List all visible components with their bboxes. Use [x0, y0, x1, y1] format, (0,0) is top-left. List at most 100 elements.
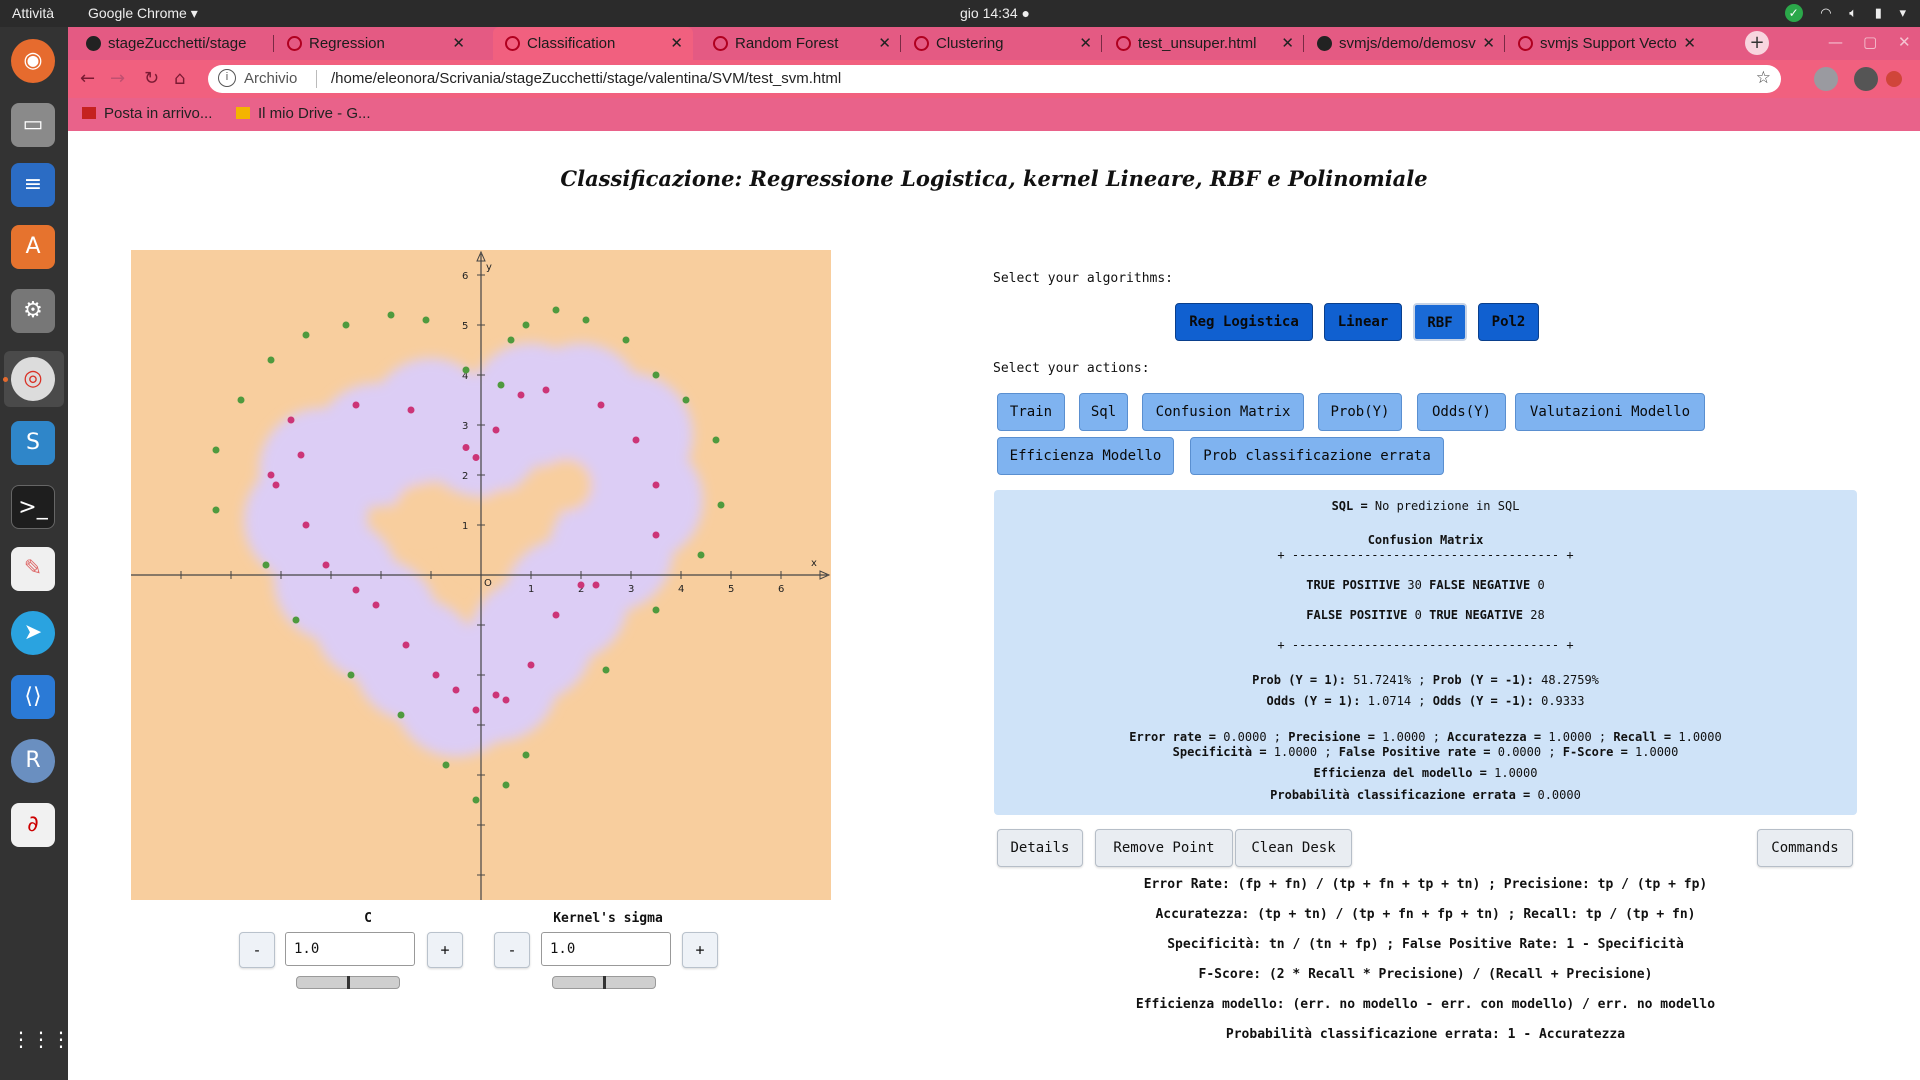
reload-icon[interactable]: ↻ — [144, 68, 159, 89]
vscode-icon[interactable]: ⟨⟩ — [11, 675, 55, 719]
close-icon[interactable]: ✕ — [670, 27, 683, 60]
formula-line-5: Efficienza modello: (err. no modello - e… — [1135, 997, 1716, 1012]
bookmark-drive[interactable]: Il mio Drive - G... — [236, 105, 371, 122]
slider-thumb[interactable] — [347, 976, 350, 989]
address-bar[interactable]: i Archivio /home/eleonora/Scrivania/stag… — [208, 65, 1781, 93]
negative-point — [347, 671, 355, 679]
valutazioni-modello-button[interactable]: Valutazioni Modello — [1515, 393, 1705, 431]
back-icon[interactable]: ← — [80, 68, 95, 89]
sigma-plus-button[interactable]: + — [682, 932, 718, 968]
writer-icon[interactable]: ≡ — [11, 163, 55, 207]
minimize-icon[interactable]: — — [1828, 33, 1843, 51]
new-tab-button[interactable]: + — [1745, 31, 1769, 55]
sigma-minus-button[interactable]: - — [494, 932, 530, 968]
home-icon[interactable]: ⌂ — [174, 68, 185, 89]
commands-button[interactable]: Commands — [1757, 829, 1853, 867]
rstudio-icon[interactable]: R — [11, 739, 55, 783]
tab-svmjs-support-vector[interactable]: svmjs Support Vecto ✕ — [1506, 27, 1706, 60]
close-icon[interactable]: ✕ — [1079, 27, 1092, 60]
bookmark-label: Posta in arrivo... — [104, 105, 213, 122]
system-tray[interactable]: ✓ ◠ 🔈︎ ▮ ▾ — [1771, 4, 1906, 22]
remove-point-button[interactable]: Remove Point — [1095, 829, 1233, 867]
tab-random-forest[interactable]: Random Forest ✕ — [701, 27, 901, 60]
positive-point — [542, 386, 550, 394]
cm-row-positive: TRUE POSITIVE 30 FALSE NEGATIVE 0 — [1306, 578, 1545, 592]
show-applications-icon[interactable]: ⋮⋮⋮ — [11, 1017, 71, 1061]
cm-border-bottom: + ------------------------------------- … — [1277, 638, 1574, 652]
x-tick-label: 6 — [778, 584, 784, 595]
chrome-icon[interactable]: ◎ — [11, 357, 55, 401]
clean-desk-button[interactable]: Clean Desk — [1235, 829, 1352, 867]
app-menu[interactable]: Google Chrome ▾ — [88, 5, 198, 22]
negative-point — [502, 781, 510, 789]
skype-preview-icon[interactable]: S — [11, 421, 55, 465]
profile-avatar[interactable] — [1854, 67, 1878, 91]
c-plus-button[interactable]: + — [427, 932, 463, 968]
tab-test-unsuper[interactable]: test_unsuper.html ✕ — [1104, 27, 1304, 60]
text-editor-icon[interactable]: ✎ — [11, 547, 55, 591]
c-input[interactable] — [285, 932, 415, 966]
odds-y-button[interactable]: Odds(Y) — [1417, 393, 1506, 431]
close-icon[interactable]: ✕ — [452, 27, 465, 60]
details-button[interactable]: Details — [997, 829, 1083, 867]
y-tick-label: 1 — [462, 521, 468, 532]
gmail-icon — [82, 107, 96, 119]
sigma-input[interactable] — [541, 932, 671, 966]
bookmark-gmail[interactable]: Posta in arrivo... — [82, 105, 212, 122]
algo-rbf-button[interactable]: RBF — [1413, 303, 1467, 341]
positive-point — [407, 406, 415, 414]
settings-icon[interactable]: ⚙ — [11, 289, 55, 333]
negative-point — [212, 446, 220, 454]
tab-regression[interactable]: Regression ✕ — [275, 27, 475, 60]
browser-toolbar: ← → ↻ ⌂ i Archivio /home/eleonora/Scriva… — [68, 60, 1920, 98]
slider-thumb[interactable] — [603, 976, 606, 989]
positive-point — [652, 481, 660, 489]
info-icon[interactable]: i — [218, 69, 236, 87]
train-button[interactable]: Train — [997, 393, 1065, 431]
url-text[interactable]: /home/eleonora/Scrivania/stageZucchetti/… — [331, 70, 841, 87]
classification-plot[interactable]: 1 2 3 4 5 6123456Oxy — [131, 250, 831, 900]
algo-linear-button[interactable]: Linear — [1324, 303, 1402, 341]
efficienza-modello-button[interactable]: Efficienza Modello — [997, 437, 1174, 475]
close-icon[interactable]: ✕ — [1281, 27, 1294, 60]
bookmark-star-icon[interactable]: ☆ — [1756, 68, 1771, 88]
github-icon — [1317, 36, 1332, 51]
tab-svmjs-demo[interactable]: svmjs/demo/demosv ✕ — [1305, 27, 1505, 60]
c-slider[interactable] — [296, 976, 400, 989]
svmjs-icon — [1518, 36, 1533, 51]
document-viewer-icon[interactable]: ∂ — [11, 803, 55, 847]
tab-stagezucchetti[interactable]: stageZucchetti/stage — [74, 27, 274, 60]
extension-icon[interactable] — [1814, 67, 1838, 91]
close-icon[interactable]: ✕ — [1482, 27, 1495, 60]
negative-point — [422, 316, 430, 324]
terminal-icon[interactable]: >_ — [11, 485, 55, 529]
close-icon[interactable]: ✕ — [1683, 27, 1696, 60]
confusion-matrix-button[interactable]: Confusion Matrix — [1142, 393, 1304, 431]
telegram-icon[interactable]: ➤ — [11, 611, 55, 655]
sql-button[interactable]: Sql — [1079, 393, 1128, 431]
tab-clustering[interactable]: Clustering ✕ — [902, 27, 1102, 60]
extension-badge-icon[interactable] — [1886, 71, 1902, 87]
close-icon[interactable]: ✕ — [878, 27, 891, 60]
files-icon[interactable]: ▭ — [11, 103, 55, 147]
activities-button[interactable]: Attività — [12, 5, 54, 21]
tab-label: svmjs Support Vecto — [1540, 35, 1677, 52]
algo-reg-logistica-button[interactable]: Reg Logistica — [1175, 303, 1313, 341]
c-minus-button[interactable]: - — [239, 932, 275, 968]
update-ok-icon[interactable]: ✓ — [1784, 4, 1803, 22]
tab-label: svmjs/demo/demosv — [1339, 35, 1476, 52]
forward-icon[interactable]: → — [110, 68, 125, 89]
misclassification-line: Probabilità classificazione errata = 0.0… — [1270, 788, 1581, 802]
clock[interactable]: gio 14:34 ● — [960, 5, 1030, 21]
prob-y-button[interactable]: Prob(Y) — [1318, 393, 1402, 431]
maximize-icon[interactable]: ▢ — [1863, 33, 1877, 51]
software-center-icon[interactable]: A — [11, 225, 55, 269]
algo-pol2-button[interactable]: Pol2 — [1478, 303, 1539, 341]
close-window-icon[interactable]: ✕ — [1898, 33, 1911, 51]
prob-classificazione-errata-button[interactable]: Prob classificazione errata — [1190, 437, 1444, 475]
sigma-slider[interactable] — [552, 976, 656, 989]
tab-classification[interactable]: Classification ✕ — [493, 27, 693, 60]
firefox-icon[interactable]: ◉ — [11, 39, 55, 83]
positive-point — [462, 444, 470, 451]
formula-line-2: Accuratezza: (tp + tn) / (tp + fn + fp +… — [1155, 907, 1696, 922]
